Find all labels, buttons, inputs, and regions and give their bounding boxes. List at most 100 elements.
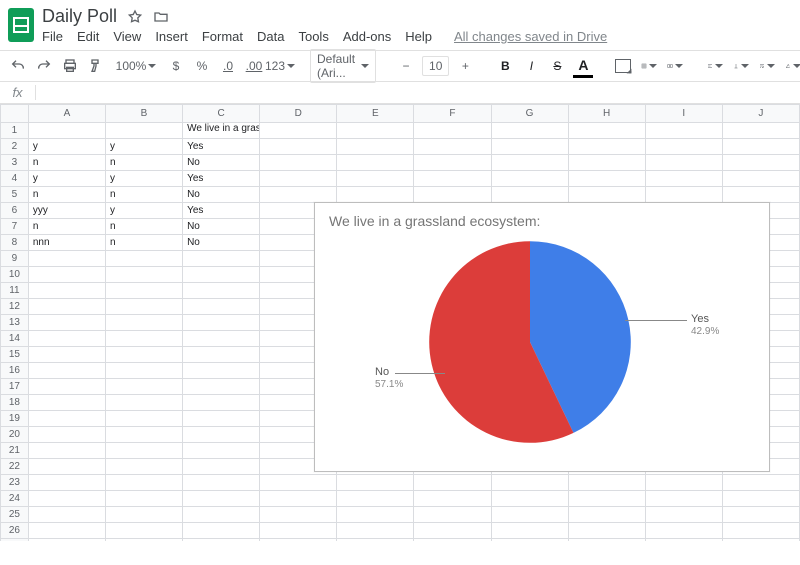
cell[interactable] <box>28 331 105 347</box>
cell[interactable] <box>645 539 722 542</box>
cell[interactable] <box>260 491 337 507</box>
row-header[interactable]: 20 <box>1 427 29 443</box>
cell[interactable] <box>183 331 260 347</box>
cell[interactable] <box>28 539 105 542</box>
cell[interactable] <box>260 171 337 187</box>
cell[interactable] <box>568 123 645 139</box>
cell[interactable] <box>491 123 568 139</box>
menu-edit[interactable]: Edit <box>77 29 99 44</box>
cell[interactable] <box>568 539 645 542</box>
cell[interactable]: n <box>105 219 182 235</box>
cell[interactable] <box>337 187 414 203</box>
embedded-chart[interactable]: We live in a grassland ecosystem: Yes 42… <box>314 202 770 472</box>
cell[interactable] <box>105 299 182 315</box>
cell[interactable] <box>105 123 182 139</box>
cell[interactable]: Yes <box>183 139 260 155</box>
cell[interactable] <box>722 539 799 542</box>
cell[interactable] <box>260 507 337 523</box>
cell[interactable] <box>645 507 722 523</box>
menu-help[interactable]: Help <box>405 29 432 44</box>
cell[interactable] <box>491 523 568 539</box>
cell[interactable] <box>105 363 182 379</box>
cell[interactable] <box>105 523 182 539</box>
cell[interactable] <box>183 523 260 539</box>
column-header[interactable]: A <box>28 105 105 123</box>
cell[interactable] <box>722 187 799 203</box>
row-header[interactable]: 8 <box>1 235 29 251</box>
cell[interactable] <box>105 315 182 331</box>
cell[interactable] <box>337 523 414 539</box>
cell[interactable] <box>183 347 260 363</box>
cell[interactable]: y <box>105 171 182 187</box>
cell[interactable] <box>645 123 722 139</box>
cell[interactable] <box>568 507 645 523</box>
row-header[interactable]: 27 <box>1 539 29 542</box>
cell[interactable] <box>183 379 260 395</box>
cell[interactable] <box>645 187 722 203</box>
increase-decimal-button[interactable]: .00 <box>244 55 264 77</box>
cell[interactable] <box>105 379 182 395</box>
cell[interactable] <box>105 475 182 491</box>
cell[interactable] <box>645 171 722 187</box>
cell[interactable] <box>183 539 260 542</box>
cell[interactable] <box>491 139 568 155</box>
cell[interactable] <box>28 491 105 507</box>
row-header[interactable]: 9 <box>1 251 29 267</box>
font-size-decrease[interactable]: − <box>396 55 416 77</box>
cell[interactable] <box>414 123 491 139</box>
cell[interactable]: n <box>105 155 182 171</box>
cell[interactable] <box>28 459 105 475</box>
cell[interactable] <box>183 315 260 331</box>
redo-button[interactable] <box>34 55 54 77</box>
cell[interactable]: n <box>28 155 105 171</box>
italic-button[interactable]: I <box>521 55 541 77</box>
cell[interactable] <box>260 155 337 171</box>
cell[interactable] <box>568 139 645 155</box>
cell[interactable] <box>105 443 182 459</box>
cell[interactable]: y <box>28 171 105 187</box>
merge-cells-button[interactable] <box>665 55 685 77</box>
row-header[interactable]: 11 <box>1 283 29 299</box>
cell[interactable] <box>337 123 414 139</box>
row-header[interactable]: 16 <box>1 363 29 379</box>
row-header[interactable]: 1 <box>1 123 29 139</box>
more-formats-dropdown[interactable]: 123 <box>270 55 290 77</box>
row-header[interactable]: 26 <box>1 523 29 539</box>
cell[interactable] <box>645 139 722 155</box>
cell[interactable] <box>183 507 260 523</box>
cell[interactable] <box>105 347 182 363</box>
cell[interactable] <box>28 267 105 283</box>
cell[interactable] <box>414 475 491 491</box>
cell[interactable]: y <box>28 139 105 155</box>
cell[interactable] <box>183 299 260 315</box>
format-percent-button[interactable]: % <box>192 55 212 77</box>
spreadsheet-grid[interactable]: ABCDEFGHIJ 1We live in a grassland ecosy… <box>0 104 800 541</box>
menu-file[interactable]: File <box>42 29 63 44</box>
cell[interactable] <box>722 123 799 139</box>
cell[interactable] <box>722 139 799 155</box>
cell[interactable]: No <box>183 155 260 171</box>
cell[interactable] <box>645 475 722 491</box>
cell[interactable] <box>260 123 337 139</box>
column-header[interactable]: C <box>183 105 260 123</box>
cell[interactable] <box>105 459 182 475</box>
cell[interactable] <box>183 443 260 459</box>
cell[interactable]: n <box>28 219 105 235</box>
cell[interactable]: No <box>183 235 260 251</box>
cell[interactable]: n <box>105 187 182 203</box>
cell[interactable] <box>414 507 491 523</box>
cell[interactable]: n <box>28 187 105 203</box>
menu-insert[interactable]: Insert <box>155 29 188 44</box>
row-header[interactable]: 10 <box>1 267 29 283</box>
cell[interactable] <box>491 491 568 507</box>
row-header[interactable]: 12 <box>1 299 29 315</box>
row-header[interactable]: 25 <box>1 507 29 523</box>
cell[interactable] <box>337 171 414 187</box>
cell[interactable] <box>28 251 105 267</box>
cell[interactable] <box>491 171 568 187</box>
cell[interactable] <box>414 171 491 187</box>
cell[interactable]: No <box>183 187 260 203</box>
menu-format[interactable]: Format <box>202 29 243 44</box>
cell[interactable] <box>105 395 182 411</box>
cell[interactable] <box>183 427 260 443</box>
